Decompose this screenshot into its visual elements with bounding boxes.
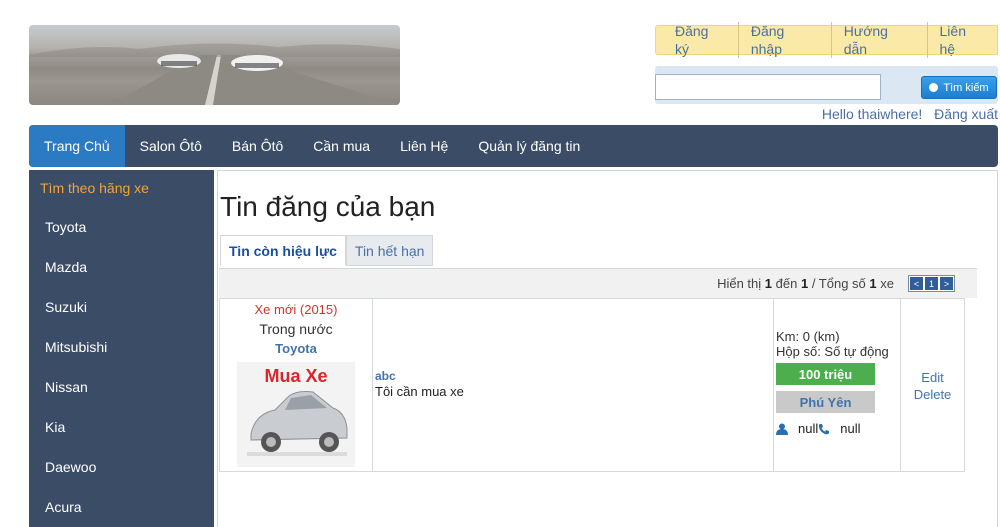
contact-phone: null — [840, 421, 861, 436]
listing-km: Km: 0 (km) — [776, 329, 840, 344]
nav-home[interactable]: Trang Chủ — [29, 125, 125, 167]
search-button-label: Tìm kiếm — [943, 81, 989, 94]
pager-total: 1 — [869, 276, 877, 291]
listing-actions-cell: Edit Delete — [900, 298, 965, 472]
main-nav: Trang Chủ Salon Ôtô Bán Ôtô Cần mua Liên… — [29, 125, 998, 167]
edit-link[interactable]: Edit — [901, 369, 964, 386]
listing-table: Xe mới (2015) Trong nước Toyota Mua Xe a… — [219, 298, 965, 472]
pagination-bar: Hiển thị 1 đến 1 / Tổng số 1 xe < 1 > — [219, 268, 977, 298]
listing-contact: null null — [776, 421, 898, 436]
listing-description: Tôi cần mua xe — [375, 384, 464, 399]
register-link[interactable]: Đăng ký — [656, 22, 739, 58]
contact-link[interactable]: Liên hệ — [928, 22, 998, 58]
site-banner[interactable] — [29, 25, 400, 105]
tab-active-posts[interactable]: Tin còn hiệu lực — [220, 235, 346, 266]
sidebar-item-mitsubishi[interactable]: Mitsubishi — [29, 327, 214, 367]
banner-image — [29, 43, 400, 105]
user-greeting[interactable]: Hello thaiwhere! — [822, 106, 922, 122]
post-tabs: Tin còn hiệu lực Tin hết hạn — [220, 235, 434, 266]
listing-location-badge: Phú Yên — [776, 391, 875, 413]
listing-gearbox: Hộp số: Số tự động — [776, 344, 889, 359]
listing-title-link[interactable]: abc — [375, 369, 771, 383]
nav-manage-posts[interactable]: Quản lý đăng tin — [463, 125, 595, 167]
main-content: Tin đăng của bạn Tin còn hiệu lực Tin hế… — [217, 170, 998, 527]
phone-icon — [819, 423, 830, 434]
nav-sell[interactable]: Bán Ôtô — [217, 125, 298, 167]
pager-next-button[interactable]: > — [940, 277, 953, 290]
sidebar-item-kia[interactable]: Kia — [29, 407, 214, 447]
nav-salon[interactable]: Salon Ôtô — [125, 125, 217, 167]
search-input[interactable] — [655, 74, 881, 100]
contact-name: null — [798, 421, 819, 436]
search-icon — [929, 83, 939, 92]
pager-from: 1 — [764, 276, 772, 291]
page-title: Tin đăng của bạn — [220, 191, 436, 222]
sidebar-item-suzuki[interactable]: Suzuki — [29, 287, 214, 327]
pager-unit: xe — [880, 276, 894, 291]
tab-expired-posts[interactable]: Tin hết hạn — [345, 235, 434, 266]
listing-info-cell: Km: 0 (km) Hộp số: Số tự động 100 triệu … — [773, 298, 901, 472]
guide-link[interactable]: Hướng dẫn — [832, 22, 928, 58]
brand-sidebar: Tìm theo hãng xe Toyota Mazda Suzuki Mit… — [29, 170, 214, 527]
sidebar-item-nissan[interactable]: Nissan — [29, 367, 214, 407]
sidebar-item-mazda[interactable]: Mazda — [29, 247, 214, 287]
pager-total-label: / Tổng số — [811, 276, 866, 291]
nav-buy[interactable]: Cần mua — [298, 125, 385, 167]
user-icon — [776, 423, 788, 435]
top-links: Đăng ký Đăng nhập Hướng dẫn Liên hệ — [655, 22, 998, 58]
logout-link[interactable]: Đăng xuất — [934, 106, 998, 122]
table-row: Xe mới (2015) Trong nước Toyota Mua Xe a… — [219, 298, 965, 472]
pager-page-1[interactable]: 1 — [925, 277, 938, 290]
login-link[interactable]: Đăng nhập — [739, 22, 832, 58]
sidebar-item-daewoo[interactable]: Daewoo — [29, 447, 214, 487]
sidebar-title: Tìm theo hãng xe — [40, 180, 149, 196]
sidebar-item-acura[interactable]: Acura — [29, 487, 214, 527]
listing-desc-cell: abc Tôi cần mua xe — [372, 298, 774, 472]
user-greeting-bar: Hello thaiwhere! Đăng xuất — [822, 106, 998, 122]
pager-to-label: đến — [775, 276, 798, 291]
pager-controls: < 1 > — [908, 275, 955, 292]
pager-prefix: Hiển thị — [717, 276, 762, 291]
pager-prev-button[interactable]: < — [910, 277, 923, 290]
delete-link[interactable]: Delete — [901, 386, 964, 403]
listing-thumbnail[interactable]: Mua Xe — [237, 362, 355, 467]
listing-origin: Trong nước — [259, 321, 333, 337]
listing-brand: Toyota — [275, 341, 317, 356]
thumbnail-caption: Mua Xe — [264, 366, 328, 386]
listing-price-badge: 100 triệu — [776, 363, 875, 385]
nav-contact[interactable]: Liên Hệ — [385, 125, 463, 167]
listing-thumb-cell: Xe mới (2015) Trong nước Toyota Mua Xe — [219, 298, 373, 472]
pager-to: 1 — [800, 276, 809, 291]
search-button[interactable]: Tìm kiếm — [921, 76, 997, 99]
sidebar-item-toyota[interactable]: Toyota — [29, 207, 214, 247]
listing-condition: Xe mới (2015) — [254, 302, 338, 317]
